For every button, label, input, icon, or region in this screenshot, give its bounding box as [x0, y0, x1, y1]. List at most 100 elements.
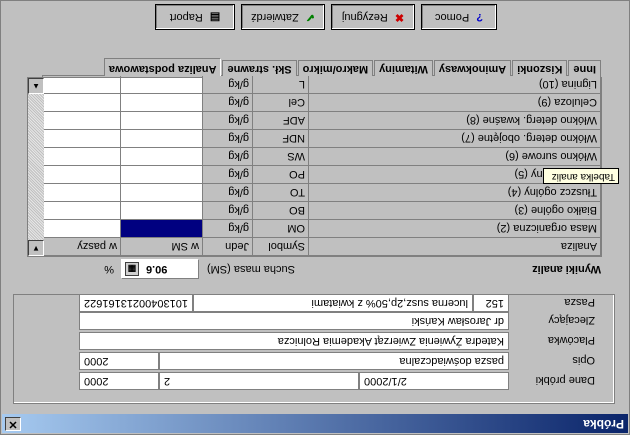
tab-inne[interactable]: Inne — [568, 60, 601, 76]
row-unit: g/kg — [202, 147, 253, 166]
label-opis: Opis — [572, 354, 595, 366]
tab-skl-strawne[interactable]: Skł. strawne — [222, 60, 297, 76]
field-number[interactable]: 2 — [159, 372, 359, 390]
value-cell-pasza[interactable] — [42, 75, 121, 94]
analysis-table: Analiza Symbol Jedn w SM w paszy Masa or… — [42, 75, 601, 256]
value-cell-sm[interactable] — [120, 201, 203, 220]
sample-window: Próbka ✕ Dane próbki 2/1/2000 2 2000 Opi… — [0, 0, 630, 435]
header-analiza[interactable]: Analiza — [308, 237, 601, 256]
header-jedn[interactable]: Jedn — [202, 237, 253, 256]
value-cell-pasza[interactable] — [42, 165, 121, 184]
value-cell-sm[interactable] — [120, 111, 203, 130]
row-name: Masa organiczna (2) — [308, 219, 601, 238]
report-button[interactable]: ▤ Raport — [155, 4, 235, 30]
header-w-paszy[interactable]: w paszy — [42, 237, 121, 256]
row-name: Celuloza (9) — [308, 93, 601, 112]
row-name: Lignina (10) — [308, 75, 601, 94]
table-row[interactable]: Lignina (10) L g/kg — [42, 75, 601, 94]
confirm-button[interactable]: ✔ Zatwierdź — [241, 4, 325, 30]
cancel-button[interactable]: ✖ Rezygnuj — [331, 4, 415, 30]
tab-aminokwasy[interactable]: Aminokwasy — [433, 60, 512, 76]
table-row[interactable]: Masa organiczna (2) OM g/kg — [42, 219, 601, 238]
grid-tooltip: Tabelka analiz — [543, 168, 619, 184]
tab-analiza-podstawowa[interactable]: Analiza podstawowa — [103, 58, 222, 76]
title-bar: Próbka ✕ — [2, 414, 628, 433]
row-symbol: L — [252, 75, 309, 94]
row-unit: g/kg — [202, 183, 253, 202]
value-cell-pasza[interactable] — [42, 147, 121, 166]
report-label: Raport — [169, 11, 203, 23]
help-icon: ? — [476, 11, 484, 23]
help-button[interactable]: ? Pomoc — [421, 4, 497, 30]
table-row[interactable]: Włókno surowe (6) WS g/kg — [42, 147, 601, 166]
table-row[interactable]: Włókno deterg. obojętne (7) NDF g/kg — [42, 129, 601, 148]
analysis-grid[interactable]: Analiza Symbol Jedn w SM w paszy Masa or… — [27, 75, 602, 257]
row-unit: g/kg — [202, 201, 253, 220]
value-cell-sm[interactable] — [120, 93, 203, 112]
value-cell-sm[interactable] — [120, 183, 203, 202]
table-row[interactable]: Włókno deterg. kwaśne (8) ADF g/kg — [42, 111, 601, 130]
window-title: Próbka — [583, 417, 624, 431]
row-unit: g/kg — [202, 111, 253, 130]
field-feed-name[interactable]: lucerna susz,2p,50% z kwiatami — [193, 294, 473, 312]
row-symbol: ADF — [252, 111, 309, 130]
row-symbol: WS — [252, 147, 309, 166]
dry-mass-value: 90.6 — [146, 263, 168, 275]
field-description[interactable]: pasza doświadczalna — [159, 352, 509, 370]
value-cell-sm[interactable] — [120, 147, 203, 166]
close-icon[interactable]: ✕ — [5, 417, 21, 431]
field-feed-number[interactable]: 10130400213161622 — [79, 294, 193, 312]
value-cell-sm[interactable] — [120, 165, 203, 184]
field-institution[interactable]: Katedra Żywienia Zwierząt Akademia Rolni… — [79, 332, 509, 350]
field-date[interactable]: 2/1/2000 — [359, 372, 509, 390]
scroll-up-icon[interactable]: ▲ — [28, 78, 44, 94]
tab-makro-mikro[interactable]: Makro/mikro — [297, 60, 374, 76]
header-w-sm[interactable]: w SM — [120, 237, 203, 256]
value-cell-sm[interactable] — [120, 75, 203, 94]
row-name: Włókno deterg. kwaśne (8) — [308, 111, 601, 130]
table-row[interactable]: Popiół ogólny (5) PO g/kg — [42, 165, 601, 184]
field-year[interactable]: 2000 — [79, 372, 159, 390]
label-zlecajacy: Zlecający — [548, 314, 595, 326]
table-row[interactable]: Celuloza (9) Cel g/kg — [42, 93, 601, 112]
field-description-year[interactable]: 2000 — [79, 352, 159, 370]
field-feed-code[interactable]: 152 — [473, 294, 509, 312]
row-unit: g/kg — [202, 165, 253, 184]
checkmark-icon: ✔ — [305, 11, 315, 23]
label-pasza: Pasza — [564, 296, 595, 308]
row-symbol: BO — [252, 201, 309, 220]
value-cell-sm[interactable] — [120, 219, 203, 238]
header-symbol[interactable]: Symbol — [252, 237, 309, 256]
tab-kiszonki[interactable]: Kiszonki — [512, 60, 568, 76]
value-cell-pasza[interactable] — [42, 129, 121, 148]
value-cell-pasza[interactable] — [42, 201, 121, 220]
calculator-icon[interactable]: ▦ — [125, 262, 139, 276]
row-name: Białko ogólne (3) — [308, 201, 601, 220]
row-symbol: TO — [252, 183, 309, 202]
table-row[interactable]: Tłuszcz ogólny (4) TO g/kg — [42, 183, 601, 202]
dry-mass-unit: % — [104, 263, 114, 275]
row-name: Tłuszcz ogólny (4) — [308, 183, 601, 202]
value-cell-pasza[interactable] — [42, 93, 121, 112]
value-cell-sm[interactable] — [120, 129, 203, 148]
dry-mass-label: Sucha masa (SM) — [206, 263, 295, 275]
row-unit: g/kg — [202, 75, 253, 94]
row-name: Włókno surowe (6) — [308, 147, 601, 166]
scroll-down-icon[interactable]: ▼ — [28, 240, 44, 256]
row-unit: g/kg — [202, 129, 253, 148]
help-label: Pomoc — [434, 11, 470, 23]
value-cell-pasza[interactable] — [42, 219, 121, 238]
row-unit: g/kg — [202, 93, 253, 112]
grid-scrollbar[interactable]: ▼ ▲ — [28, 78, 44, 256]
cancel-label: Rezygnuj — [341, 11, 388, 23]
value-cell-pasza[interactable] — [42, 111, 121, 130]
row-name: Włókno deterg. obojętne (7) — [308, 129, 601, 148]
tab-witaminy[interactable]: Witaminy — [374, 60, 433, 76]
report-icon: ▤ — [209, 11, 221, 23]
table-row[interactable]: Białko ogólne (3) BO g/kg — [42, 201, 601, 220]
dry-mass-field[interactable]: 90.6 ▦ — [121, 259, 199, 279]
field-client[interactable]: dr Jarosław Kański — [79, 312, 509, 330]
label-dane: Dane próbki — [535, 374, 595, 386]
row-symbol: NDF — [252, 129, 309, 148]
value-cell-pasza[interactable] — [42, 183, 121, 202]
